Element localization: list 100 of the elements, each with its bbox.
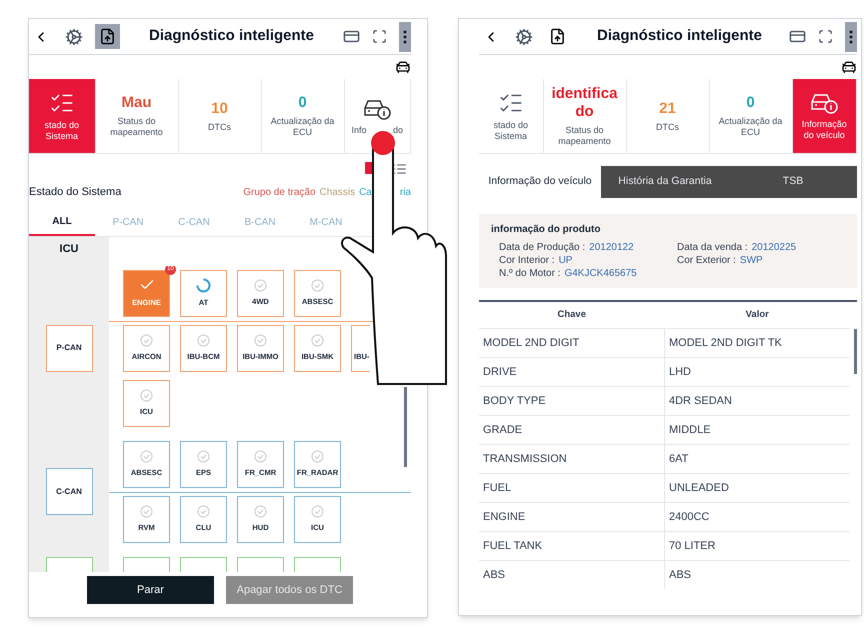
tile-value: 21 <box>658 100 677 118</box>
column-title: ICU <box>60 242 78 257</box>
tab[interactable]: História da Garantia <box>601 166 729 198</box>
field-value: 20120225 <box>752 241 796 254</box>
car-icon[interactable] <box>395 59 411 75</box>
loading-spinner-icon <box>196 278 211 293</box>
tile-value: 0 <box>297 94 308 112</box>
action-button[interactable]: Parar <box>87 576 214 604</box>
tile-label: Informação do veículo <box>800 119 848 141</box>
tile-label: DTCs <box>208 122 231 132</box>
check-circle-icon <box>140 504 153 518</box>
panel-title: informação do produto <box>491 223 602 237</box>
menu-button[interactable] <box>399 22 411 52</box>
tile-value: 10 <box>210 100 229 118</box>
tile-value: 0 <box>745 94 756 112</box>
table-cell: BODY TYPE <box>479 387 665 415</box>
car-icon[interactable] <box>841 59 857 75</box>
field-label: Cor Interior : <box>499 254 555 267</box>
check-circle-icon <box>254 504 267 518</box>
check-circle-icon <box>140 450 153 463</box>
table-cell: MODEL 2ND DIGIT <box>479 329 665 357</box>
card-icon[interactable] <box>789 28 806 45</box>
scrollbar[interactable] <box>404 387 407 467</box>
gear-icon[interactable] <box>65 28 83 46</box>
table-cell: ABS <box>479 561 665 589</box>
file-upload-icon <box>99 28 116 45</box>
field-value: G4KJCK465675 <box>564 267 637 280</box>
status-tile[interactable]: 0 Actualização da ECU <box>262 79 344 153</box>
file-upload-icon <box>549 28 566 45</box>
table-cell: GRADE <box>479 416 665 444</box>
card-icon[interactable] <box>343 28 360 45</box>
scan-icon[interactable] <box>372 29 387 44</box>
table-cell-text: 70 LITER <box>668 538 716 554</box>
status-tile[interactable]: Mau Status do mapeamento <box>96 79 178 153</box>
status-tile[interactable]: 21 DTCs <box>626 79 710 153</box>
check-circle-icon <box>140 334 153 347</box>
field-value: 20120122 <box>589 241 634 254</box>
menu-icon <box>403 30 407 44</box>
tile-label: stado do Sistema <box>43 120 80 142</box>
bus-label: C-CAN <box>56 486 82 498</box>
table-cell-text: 2400CC <box>668 510 710 525</box>
table-cell-text: MODEL 2ND DIGIT TK <box>668 336 783 351</box>
check-circle-icon <box>311 450 324 463</box>
column-header: Valor <box>744 308 770 322</box>
upload-button[interactable] <box>95 24 120 49</box>
section-title: Estado do Sistema <box>29 184 122 200</box>
table-cell-text: ABS <box>668 568 692 583</box>
bus-box[interactable]: C-CAN <box>46 468 92 515</box>
tile-label: Actualização da ECU <box>718 116 784 138</box>
field-label: Cor Exterior : <box>677 254 736 267</box>
table-cell: FUEL TANK <box>479 532 665 560</box>
status-tile[interactable]: identifica do Status do mapeamento <box>544 79 626 153</box>
check-circle-icon <box>311 334 324 347</box>
window-title: Diagnóstico inteligente <box>148 26 315 46</box>
tile-value: identifica do <box>550 85 618 121</box>
tile-label: Status do mapeamento <box>557 125 612 147</box>
tile-label: do <box>392 124 403 136</box>
filter-link[interactable]: Grupo de tração <box>243 184 316 200</box>
table-cell-text: MIDDLE <box>668 422 712 438</box>
table-cell: DRIVE <box>479 358 665 386</box>
tile-label: Info <box>352 124 367 136</box>
status-tile[interactable]: 10 DTCs <box>178 79 262 153</box>
bus-box[interactable]: P-CAN <box>46 324 92 372</box>
check-circle-icon <box>197 504 210 518</box>
tile-label: stado do Sistema <box>492 120 530 142</box>
field-label: Data de Produção : <box>499 241 586 254</box>
tile-label: Actualização da ECU <box>270 116 336 138</box>
field-label: N.º do Motor : <box>499 267 560 280</box>
list-view-icon[interactable] <box>393 162 407 176</box>
check-circle-icon <box>254 334 267 347</box>
window-title: Diagnóstico inteligente <box>596 26 763 46</box>
table-cell-text: UNLEADED <box>668 480 730 496</box>
scrollbar[interactable] <box>854 329 857 374</box>
check-circle-icon <box>197 450 210 463</box>
table-cell-text: 4DR SEDAN <box>668 394 733 409</box>
check-circle-icon <box>254 450 267 463</box>
check-circle-icon <box>254 278 267 292</box>
tile-label: DTCs <box>656 122 679 132</box>
status-tile[interactable]: Informação do veículo <box>792 79 857 153</box>
table-cell-text: 6AT <box>668 452 690 467</box>
check-circle-icon <box>197 334 210 347</box>
tab[interactable]: TSB <box>729 166 857 198</box>
bus-label: P-CAN <box>56 342 82 354</box>
check-circle-icon <box>311 504 324 518</box>
table-cell-text: LHD <box>668 364 692 380</box>
status-tile[interactable]: 0 Actualização da ECU <box>710 79 792 153</box>
field-value: UP <box>558 254 572 267</box>
status-tile[interactable]: stado do Sistema <box>29 79 96 153</box>
check-circle-icon <box>311 278 324 292</box>
scan-icon[interactable] <box>818 29 833 44</box>
table-cell: ENGINE <box>479 503 665 531</box>
tile-label: Status do mapeamento <box>109 116 164 138</box>
check-circle-icon <box>140 388 153 402</box>
menu-button[interactable] <box>845 22 857 52</box>
table-cell: FUEL <box>479 474 665 502</box>
table-cell: TRANSMISSION <box>479 445 665 473</box>
tile-value: Mau <box>120 94 152 112</box>
column-header: Chave <box>556 308 587 322</box>
field-label: Data da venda : <box>677 241 748 254</box>
gear-icon[interactable] <box>515 28 533 46</box>
